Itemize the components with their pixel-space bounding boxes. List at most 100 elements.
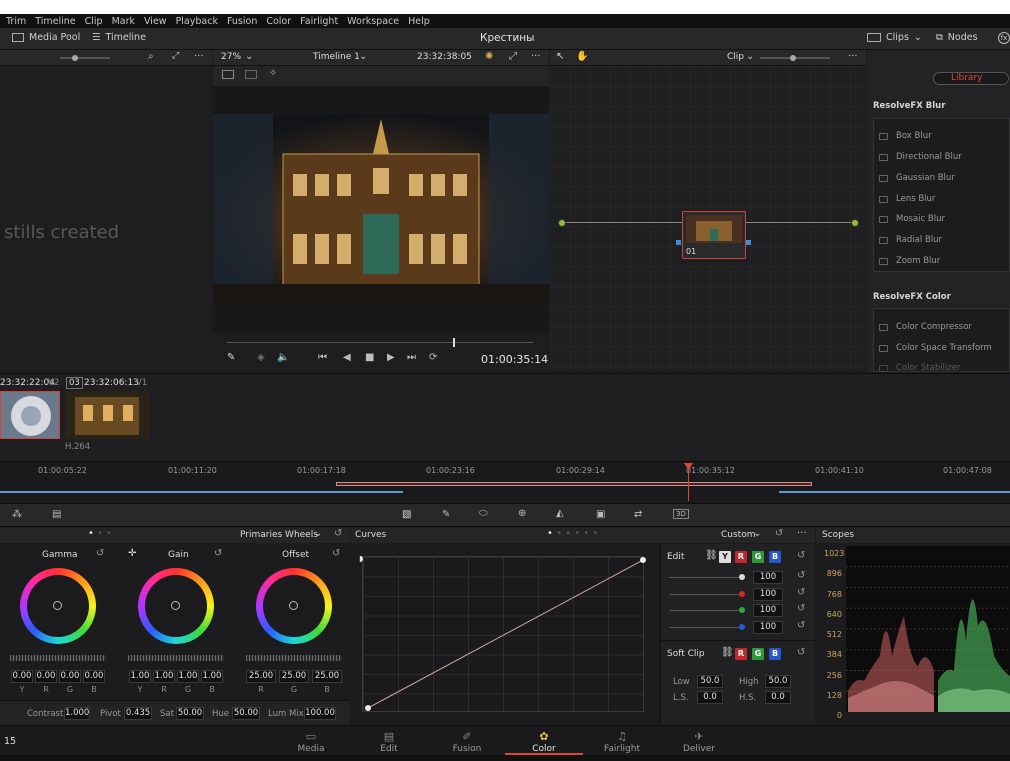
- fx-button[interactable]: fx: [998, 32, 1010, 44]
- gallery-zoom-slider[interactable]: [60, 57, 110, 59]
- node-output-key[interactable]: [746, 240, 751, 245]
- clip2-thumbnail[interactable]: [65, 391, 149, 439]
- gain-master-wheel[interactable]: [128, 655, 224, 661]
- chevron-down-icon[interactable]: ⌄: [753, 528, 761, 539]
- go-to-end-icon[interactable]: ⏭: [407, 352, 416, 363]
- chevron-down-icon[interactable]: ⌄: [359, 51, 367, 62]
- 3d-icon[interactable]: 3D: [673, 509, 689, 519]
- reset-icon[interactable]: ↺: [797, 620, 805, 631]
- sat-value[interactable]: 50.00: [176, 707, 204, 720]
- sizing-icon[interactable]: ⇄: [634, 509, 642, 520]
- viewer-zoom[interactable]: 27%: [221, 52, 241, 62]
- y-intensity-handle[interactable]: [739, 574, 745, 580]
- nav-fairlight[interactable]: ♫ Fairlight: [582, 730, 662, 754]
- timeline-button[interactable]: ☰ Timeline: [92, 32, 146, 43]
- media-pool-button[interactable]: Media Pool: [12, 32, 80, 43]
- reset-icon[interactable]: ↺: [797, 587, 805, 598]
- more-options-icon[interactable]: ···: [531, 51, 541, 62]
- menu-color[interactable]: Color: [266, 16, 291, 27]
- softclip-r-button[interactable]: R: [735, 648, 747, 660]
- page-dot-icon[interactable]: • • • • • •: [547, 528, 598, 539]
- reset-icon[interactable]: ↺: [797, 603, 805, 614]
- library-tab[interactable]: Library: [933, 72, 1009, 85]
- node-input-key[interactable]: [676, 240, 681, 245]
- reset-icon[interactable]: ↺: [214, 548, 222, 559]
- curves-palette-icon[interactable]: ▧: [402, 509, 411, 520]
- r-intensity-handle[interactable]: [739, 591, 745, 597]
- curve-point-white[interactable]: [640, 557, 646, 563]
- more-options-icon[interactable]: ···: [848, 51, 858, 62]
- expand-icon[interactable]: ⤢: [172, 51, 179, 61]
- wheels-mode[interactable]: Primaries Wheels: [240, 530, 318, 540]
- channel-y-button[interactable]: Y: [719, 551, 731, 563]
- reset-icon[interactable]: ↺: [96, 548, 104, 559]
- b-intensity-slider[interactable]: [669, 627, 743, 628]
- high-value[interactable]: 50.0: [765, 675, 791, 688]
- curve-point-black[interactable]: [365, 705, 371, 711]
- pivot-value[interactable]: 0.435: [124, 707, 152, 720]
- selected-clip-range[interactable]: [336, 482, 812, 486]
- nav-media[interactable]: ▭ Media: [271, 730, 351, 754]
- menu-view[interactable]: View: [144, 16, 167, 27]
- highlight-mode-icon[interactable]: ◈: [257, 352, 265, 363]
- tracker-icon[interactable]: ⊕: [518, 508, 526, 519]
- menu-playback[interactable]: Playback: [176, 16, 218, 27]
- key-icon[interactable]: ▣: [596, 509, 605, 520]
- r-intensity-value[interactable]: 100: [753, 588, 783, 601]
- scrub-playhead[interactable]: [453, 338, 455, 347]
- fx-radial-blur[interactable]: Radial Blur: [879, 235, 942, 245]
- softclip-b-button[interactable]: B: [769, 648, 781, 660]
- menu-help[interactable]: Help: [408, 16, 430, 27]
- chevron-down-icon[interactable]: ⌄: [245, 51, 253, 62]
- menu-fusion[interactable]: Fusion: [227, 16, 257, 27]
- color-match-icon[interactable]: ▤: [52, 509, 61, 520]
- curves-mode[interactable]: Custom: [721, 530, 755, 540]
- gamma-g-value[interactable]: 0.00: [59, 670, 81, 683]
- lum-mix-value[interactable]: 100.00: [304, 707, 336, 720]
- fx-gaussian-blur[interactable]: Gaussian Blur: [879, 173, 955, 183]
- fx-directional-blur[interactable]: Directional Blur: [879, 152, 962, 162]
- gallery-zoom-handle[interactable]: [72, 55, 78, 61]
- contrast-value[interactable]: 1.000: [64, 707, 90, 720]
- crosshair-icon[interactable]: ✛: [128, 548, 136, 559]
- chevron-down-icon[interactable]: ⌄: [314, 528, 322, 539]
- image-wipe-icon[interactable]: [222, 70, 234, 79]
- reset-icon[interactable]: ↺: [797, 550, 805, 561]
- stop-icon[interactable]: ■: [365, 352, 374, 363]
- channel-r-button[interactable]: R: [735, 551, 747, 563]
- reset-icon[interactable]: ↺: [332, 548, 340, 559]
- viewer-timeline-name[interactable]: Timeline 1: [313, 52, 360, 62]
- hand-icon[interactable]: ✋: [576, 51, 588, 62]
- b-intensity-handle[interactable]: [739, 624, 745, 630]
- menu-trim[interactable]: Trim: [6, 16, 26, 27]
- offset-g-value[interactable]: 25.00: [279, 670, 309, 683]
- menu-fairlight[interactable]: Fairlight: [300, 16, 338, 27]
- play-icon[interactable]: ▶: [387, 352, 395, 363]
- page-dot-icon[interactable]: • • •: [88, 528, 112, 539]
- volume-icon[interactable]: 🔈: [277, 352, 289, 363]
- window-icon[interactable]: ⬭: [479, 508, 488, 519]
- g-intensity-value[interactable]: 100: [753, 604, 783, 617]
- g-intensity-slider[interactable]: [669, 610, 743, 611]
- node-mode-label[interactable]: Clip: [727, 52, 744, 62]
- fx-color-space-transform[interactable]: Color Space Transform: [879, 343, 992, 353]
- menu-workspace[interactable]: Workspace: [347, 16, 399, 27]
- link-icon[interactable]: ⛓: [705, 550, 718, 561]
- fx-box-blur[interactable]: Box Blur: [879, 131, 932, 141]
- reset-icon[interactable]: ↺: [775, 528, 783, 539]
- nav-color[interactable]: ✿ Color: [505, 730, 583, 755]
- hs-value[interactable]: 0.0: [765, 691, 791, 704]
- softclip-g-button[interactable]: G: [752, 648, 764, 660]
- offset-r-value[interactable]: 25.00: [246, 670, 276, 683]
- scrub-bar[interactable]: [227, 342, 533, 343]
- clips-button[interactable]: Clips ⌄: [867, 32, 922, 43]
- gamma-b-value[interactable]: 0.00: [83, 670, 105, 683]
- qualifier-icon[interactable]: ✎: [442, 509, 450, 520]
- fx-color-stabilizer[interactable]: Color Stabilizer: [879, 363, 961, 373]
- y-intensity-value[interactable]: 100: [753, 571, 783, 584]
- gain-y-value[interactable]: 1.00: [129, 670, 151, 683]
- gamma-master-wheel[interactable]: [10, 655, 106, 661]
- channel-b-button[interactable]: B: [769, 551, 781, 563]
- b-intensity-value[interactable]: 100: [753, 621, 783, 634]
- reset-icon[interactable]: ↺: [797, 647, 805, 658]
